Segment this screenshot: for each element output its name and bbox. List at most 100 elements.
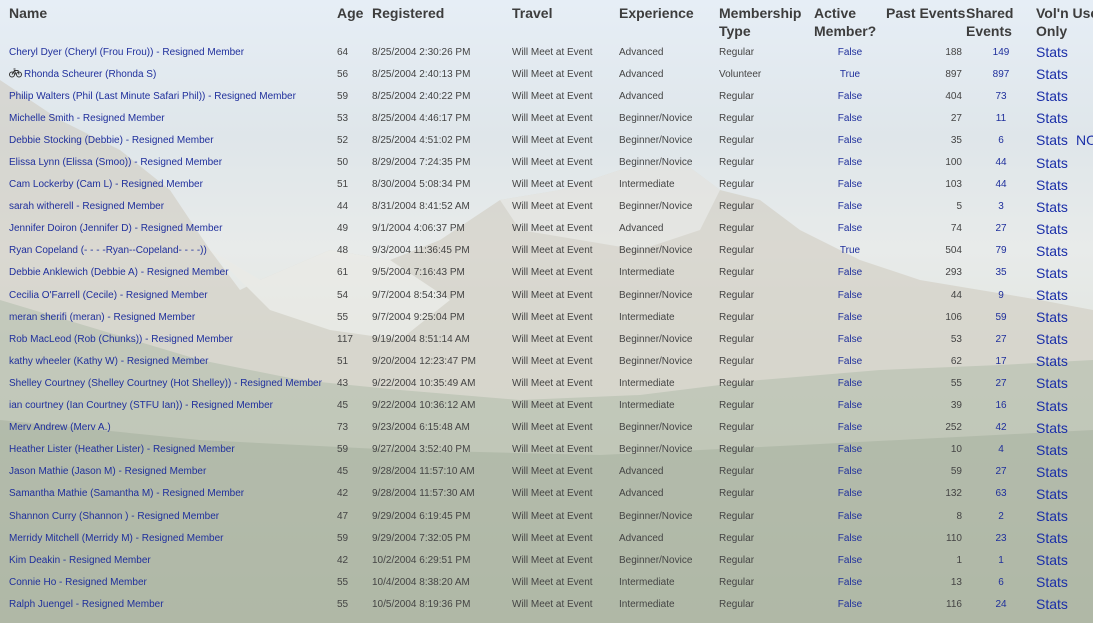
stats-link[interactable]: Stats [1036, 486, 1068, 502]
stats-link[interactable]: Stats [1036, 287, 1068, 303]
active-member-link[interactable]: False [838, 488, 862, 499]
active-member-link[interactable]: False [838, 466, 862, 477]
shared-events-link[interactable]: 44 [995, 157, 1006, 168]
shared-events-link[interactable]: 1 [998, 555, 1004, 566]
header-active-member[interactable]: Active Member? [814, 0, 886, 41]
shared-events-link[interactable]: 73 [995, 91, 1006, 102]
member-name-link[interactable]: Connie Ho - Resigned Member [9, 577, 147, 588]
member-name-link[interactable]: Cam Lockerby (Cam L) - Resigned Member [9, 179, 203, 190]
member-name-link[interactable]: Heather Lister (Heather Lister) - Resign… [9, 444, 235, 455]
member-name-link[interactable]: meran sherifi (meran) - Resigned Member [9, 312, 195, 323]
active-member-link[interactable]: False [838, 444, 862, 455]
member-name-link[interactable]: kathy wheeler (Kathy W) - Resigned Membe… [9, 356, 209, 367]
active-member-link[interactable]: False [838, 312, 862, 323]
active-member-link[interactable]: False [838, 113, 862, 124]
header-experience[interactable]: Experience [619, 0, 719, 41]
member-name-link[interactable]: Merv Andrew (Merv A.) [9, 422, 111, 433]
active-member-link[interactable]: False [838, 356, 862, 367]
stats-link[interactable]: Stats [1036, 398, 1068, 414]
member-name-link[interactable]: Jason Mathie (Jason M) - Resigned Member [9, 466, 206, 477]
stats-link[interactable]: Stats [1036, 110, 1068, 126]
member-name-link[interactable]: sarah witherell - Resigned Member [9, 201, 164, 212]
active-member-link[interactable]: False [838, 267, 862, 278]
active-member-link[interactable]: False [838, 135, 862, 146]
stats-link[interactable]: Stats [1036, 442, 1068, 458]
active-member-link[interactable]: False [838, 334, 862, 345]
member-name-link[interactable]: Kim Deakin - Resigned Member [9, 555, 151, 566]
active-member-link[interactable]: False [838, 290, 862, 301]
member-name-link[interactable]: Ryan Copeland (- - - -Ryan--Copeland- - … [9, 245, 207, 256]
active-member-link[interactable]: False [838, 511, 862, 522]
active-member-link[interactable]: False [838, 47, 862, 58]
shared-events-link[interactable]: 27 [995, 223, 1006, 234]
member-name-link[interactable]: Shelley Courtney (Shelley Courtney (Hot … [9, 378, 322, 389]
stats-link[interactable]: Stats [1036, 155, 1068, 171]
stats-link[interactable]: Stats [1036, 552, 1068, 568]
stats-link[interactable]: Stats [1036, 221, 1068, 237]
active-member-link[interactable]: False [838, 91, 862, 102]
shared-events-link[interactable]: 23 [995, 533, 1006, 544]
active-member-link[interactable]: False [838, 201, 862, 212]
active-member-link[interactable]: False [838, 157, 862, 168]
active-member-link[interactable]: True [840, 245, 860, 256]
stats-link[interactable]: Stats [1036, 375, 1068, 391]
stats-link[interactable]: Stats [1036, 596, 1068, 612]
stats-link[interactable]: Stats [1036, 177, 1068, 193]
stats-link[interactable]: Stats [1036, 574, 1068, 590]
active-member-link[interactable]: True [840, 69, 860, 80]
member-name-link[interactable]: Jennifer Doiron (Jennifer D) - Resigned … [9, 223, 222, 234]
member-name-link[interactable]: Michelle Smith - Resigned Member [9, 113, 165, 124]
stats-link[interactable]: Stats [1036, 420, 1068, 436]
shared-events-link[interactable]: 3 [998, 201, 1004, 212]
header-shared-events[interactable]: Shared Events [966, 0, 1036, 41]
stats-link[interactable]: Stats [1036, 530, 1068, 546]
stats-link[interactable]: Stats [1036, 66, 1068, 82]
stats-link[interactable]: Stats [1036, 265, 1068, 281]
shared-events-link[interactable]: 63 [995, 488, 1006, 499]
header-name[interactable]: Name [0, 0, 337, 41]
shared-events-link[interactable]: 149 [993, 47, 1010, 58]
header-travel[interactable]: Travel [512, 0, 619, 41]
member-name-link[interactable]: Cheryl Dyer (Cheryl (Frou Frou)) - Resig… [9, 47, 244, 58]
shared-events-link[interactable]: 24 [995, 599, 1006, 610]
stats-link[interactable]: Stats [1036, 353, 1068, 369]
shared-events-link[interactable]: 59 [995, 312, 1006, 323]
active-member-link[interactable]: False [838, 179, 862, 190]
stats-link[interactable]: Stats [1036, 44, 1068, 60]
member-name-link[interactable]: Merridy Mitchell (Merridy M) - Resigned … [9, 533, 223, 544]
shared-events-link[interactable]: 4 [998, 444, 1004, 455]
member-name-link[interactable]: Debbie Stocking (Debbie) - Resigned Memb… [9, 135, 214, 146]
member-name-link[interactable]: Debbie Anklewich (Debbie A) - Resigned M… [9, 267, 229, 278]
stats-link[interactable]: Stats [1036, 199, 1068, 215]
active-member-link[interactable]: False [838, 555, 862, 566]
active-member-link[interactable]: False [838, 599, 862, 610]
shared-events-link[interactable]: 16 [995, 400, 1006, 411]
shared-events-link[interactable]: 27 [995, 334, 1006, 345]
shared-events-link[interactable]: 11 [996, 113, 1006, 124]
stats-link[interactable]: Stats [1036, 464, 1068, 480]
shared-events-link[interactable]: 35 [995, 267, 1006, 278]
shared-events-link[interactable]: 2 [998, 511, 1004, 522]
active-member-link[interactable]: False [838, 577, 862, 588]
stats-link[interactable]: Stats [1036, 309, 1068, 325]
member-name-link[interactable]: Elissa Lynn (Elissa (Smoo)) - Resigned M… [9, 157, 222, 168]
shared-events-link[interactable]: 27 [995, 378, 1006, 389]
member-name-link[interactable]: Rhonda Scheurer (Rhonda S) [24, 69, 156, 80]
stats-link[interactable]: Stats [1036, 331, 1068, 347]
header-past-events[interactable]: Past Events [886, 0, 966, 41]
shared-events-link[interactable]: 6 [998, 577, 1004, 588]
shared-events-link[interactable]: 9 [998, 290, 1004, 301]
shared-events-link[interactable]: 897 [993, 69, 1010, 80]
active-member-link[interactable]: False [838, 223, 862, 234]
member-name-link[interactable]: Shannon Curry (Shannon ) - Resigned Memb… [9, 511, 219, 522]
stats-link[interactable]: Stats [1036, 88, 1068, 104]
member-name-link[interactable]: Samantha Mathie (Samantha M) - Resigned … [9, 488, 244, 499]
active-member-link[interactable]: False [838, 533, 862, 544]
shared-events-link[interactable]: 44 [995, 179, 1006, 190]
stats-link[interactable]: Stats [1036, 243, 1068, 259]
active-member-link[interactable]: False [838, 422, 862, 433]
stats-link[interactable]: Stats [1036, 132, 1068, 148]
header-age[interactable]: Age [337, 0, 372, 41]
shared-events-link[interactable]: 79 [995, 245, 1006, 256]
shared-events-link[interactable]: 17 [995, 356, 1006, 367]
